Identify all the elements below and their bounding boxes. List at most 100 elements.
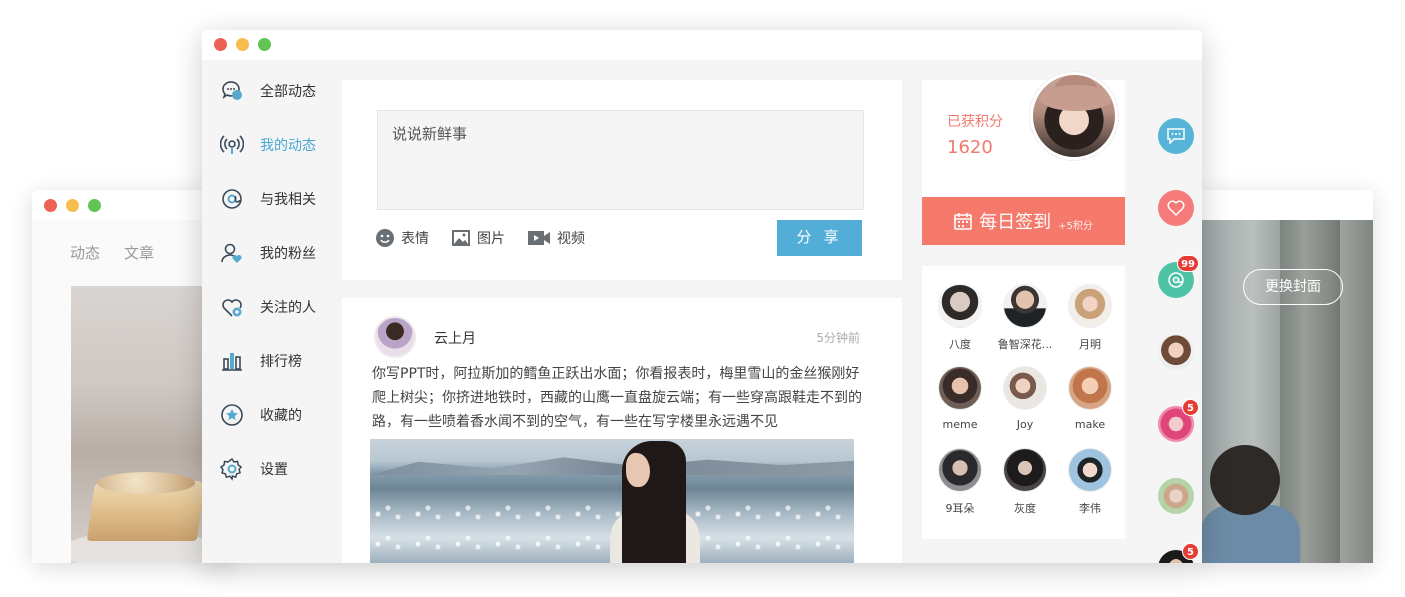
sidebar-item-fans[interactable]: 我的粉丝 [220,238,316,268]
avatar [938,448,982,492]
post-composer: 说说新鲜事 表情 图片 视频 分 享 [342,80,902,280]
video-icon [528,231,550,245]
image-label: 图片 [477,231,505,247]
avatar[interactable] [1158,334,1194,370]
checkin-label: 每日签到 [979,212,1052,233]
back-tabs: 动态 文章 [70,242,154,263]
sidebar-item-label: 收藏的 [260,408,302,424]
mentions-button[interactable]: 99 [1158,255,1199,298]
minimize-dot[interactable] [236,38,249,51]
avatar[interactable] [1158,478,1194,514]
close-dot[interactable] [44,199,57,212]
image-button[interactable]: 图片 [451,228,505,248]
avatar [1003,448,1047,492]
sidebar-item-label: 排行榜 [260,354,302,370]
heart-icon [1167,200,1185,216]
sidebar-item-label: 我的粉丝 [260,246,316,262]
sidebar-item-label: 我的动态 [260,138,316,154]
sidebar-item-favorites[interactable]: 收藏的 [220,400,302,430]
image-icon [452,230,470,246]
avatar[interactable] [1030,72,1118,160]
post-photo[interactable] [370,439,854,563]
composer-tools: 表情 图片 视频 [375,228,585,248]
likes-button[interactable] [1158,190,1194,226]
cover-photo: 更换封面 [1200,220,1373,563]
broadcast-icon [220,133,244,157]
window-controls [44,199,101,212]
messages-button[interactable] [1158,118,1194,154]
sidebar-item-label: 设置 [260,462,288,478]
points-value: 1620 [947,137,993,158]
sidebar-item-mentions[interactable]: 与我相关 [220,184,316,214]
minimize-dot[interactable] [66,199,79,212]
post-input[interactable]: 说说新鲜事 [377,110,864,210]
tab-articles[interactable]: 文章 [124,242,154,263]
sidebar-item-label: 全部动态 [260,84,316,100]
friend-item[interactable]: 李伟 [1060,448,1120,516]
checkin-bonus: +5积分 [1058,220,1093,232]
friend-item[interactable]: 鲁智深花... [995,284,1055,352]
friend-item[interactable]: Joy [995,366,1055,431]
star-circle-icon [220,403,244,427]
avatar [1068,448,1112,492]
avatar [938,284,982,328]
friend-name: 鲁智深花... [997,338,1053,351]
sidebar-item-my-feed[interactable]: 我的动态 [220,130,316,160]
smiley-icon [376,229,394,247]
friend-item[interactable]: meme [930,366,990,431]
user-heart-icon [220,241,244,265]
post-text: 你写PPT时，阿拉斯加的鳕鱼正跃出水面；你看报表时，梅里雪山的金丝猴刚好爬上树尖… [372,366,862,430]
post-time: 5分钟前 [816,331,860,345]
at-sign-icon [220,187,244,211]
close-dot[interactable] [214,38,227,51]
share-button[interactable]: 分 享 [777,220,862,256]
friend-item[interactable]: 灰度 [995,448,1055,516]
friend-name: 9耳朵 [945,502,975,515]
sidebar-item-all-feed[interactable]: 全部动态 [220,76,316,106]
maximize-dot[interactable] [258,38,271,51]
maximize-dot[interactable] [88,199,101,212]
sidebar-item-following[interactable]: 关注的人 [220,292,316,322]
avatar[interactable]: 5 [1158,399,1199,442]
avatar [1068,284,1112,328]
friend-item[interactable]: 月明 [1060,284,1120,352]
tab-dynamic[interactable]: 动态 [70,242,100,263]
gear-icon [220,457,244,481]
friend-item[interactable]: 八度 [930,284,990,352]
video-label: 视频 [557,231,585,247]
avatar[interactable] [374,316,416,358]
friend-item[interactable]: make [1060,366,1120,431]
feed-post: 云上月 5分钟前 你写PPT时，阿拉斯加的鳕鱼正跃出水面；你看报表时，梅里雪山的… [342,298,902,563]
sidebar-item-label: 关注的人 [260,300,316,316]
emoji-label: 表情 [401,231,429,247]
emoji-button[interactable]: 表情 [375,228,429,248]
back-window-right: 更换封面 [1200,190,1373,563]
video-button[interactable]: 视频 [527,228,585,248]
avatar [1003,366,1047,410]
sidebar-item-label: 与我相关 [260,192,316,208]
avatar [1003,284,1047,328]
sidebar-item-ranking[interactable]: 排行榜 [220,346,302,376]
friend-item[interactable]: 9耳朵 [930,448,990,516]
notification-badge: 5 [1182,543,1199,560]
points-label: 已获积分 [947,114,1003,130]
daily-checkin-button[interactable]: 每日签到 +5积分 [922,197,1125,245]
friend-name: meme [942,418,978,431]
friend-name: 李伟 [1079,502,1101,515]
friend-name: 月明 [1079,338,1101,351]
notification-badge: 5 [1182,399,1199,416]
message-icon [1167,128,1185,144]
heart-plus-icon [220,295,244,319]
change-cover-button[interactable]: 更换封面 [1243,269,1343,305]
friends-grid: 八度 鲁智深花... 月明 meme Joy make 9耳朵 灰度 李伟 [922,266,1125,539]
main-window: 全部动态 我的动态 与我相关 我的粉丝 关注的人 排行榜 收藏的 设置 说说新鲜… [202,30,1202,563]
at-icon [1168,272,1184,288]
sidebar-item-settings[interactable]: 设置 [220,454,288,484]
stage: 动态 文章 更换封面 全部动态 我的动态 与我相关 我的粉丝 关注的人 排行榜 … [0,0,1405,597]
avatar[interactable]: 5 [1158,543,1199,563]
friend-name: 八度 [949,338,971,351]
bar-chart-icon [220,349,244,373]
calendar-icon [954,213,972,230]
friend-name: make [1074,418,1106,431]
post-author[interactable]: 云上月 [434,328,476,348]
